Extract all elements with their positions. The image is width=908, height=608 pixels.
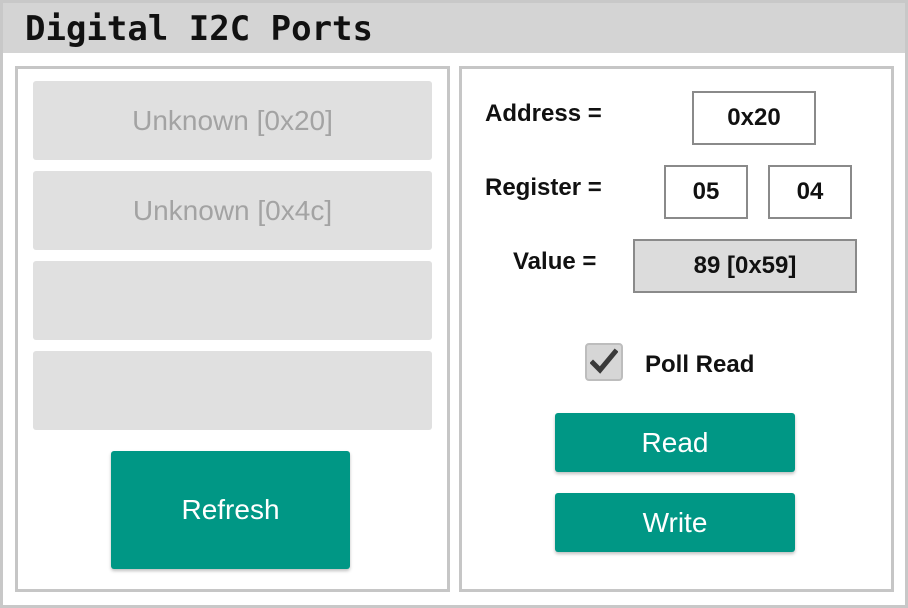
value-label: Value =	[513, 248, 597, 275]
device-item-empty-3[interactable]	[33, 261, 432, 340]
value-display: 89 [0x59]	[633, 239, 857, 293]
write-button[interactable]: Write	[555, 493, 795, 552]
address-label: Address =	[485, 100, 602, 127]
title-bar: Digital I2C Ports	[3, 3, 905, 53]
device-item-0x20[interactable]: Unknown [0x20]	[33, 81, 432, 160]
device-item-empty-4[interactable]	[33, 351, 432, 430]
checkmark-icon	[590, 348, 618, 374]
poll-read-label: Poll Read	[645, 351, 755, 378]
device-list-panel: Unknown [0x20] Unknown [0x4c] Refresh	[15, 66, 450, 592]
refresh-button[interactable]: Refresh	[111, 451, 350, 569]
register-label: Register =	[485, 174, 602, 201]
window-title: Digital I2C Ports	[25, 9, 373, 49]
register-low-field[interactable]: 04	[768, 165, 852, 219]
device-item-0x4c[interactable]: Unknown [0x4c]	[33, 171, 432, 250]
read-button[interactable]: Read	[555, 413, 795, 472]
i2c-window: Digital I2C Ports Unknown [0x20] Unknown…	[0, 0, 908, 608]
address-field[interactable]: 0x20	[692, 91, 816, 145]
register-panel: Address = 0x20 Register = 05 04 Value = …	[459, 66, 894, 592]
register-high-field[interactable]: 05	[664, 165, 748, 219]
poll-read-checkbox[interactable]	[585, 343, 623, 381]
